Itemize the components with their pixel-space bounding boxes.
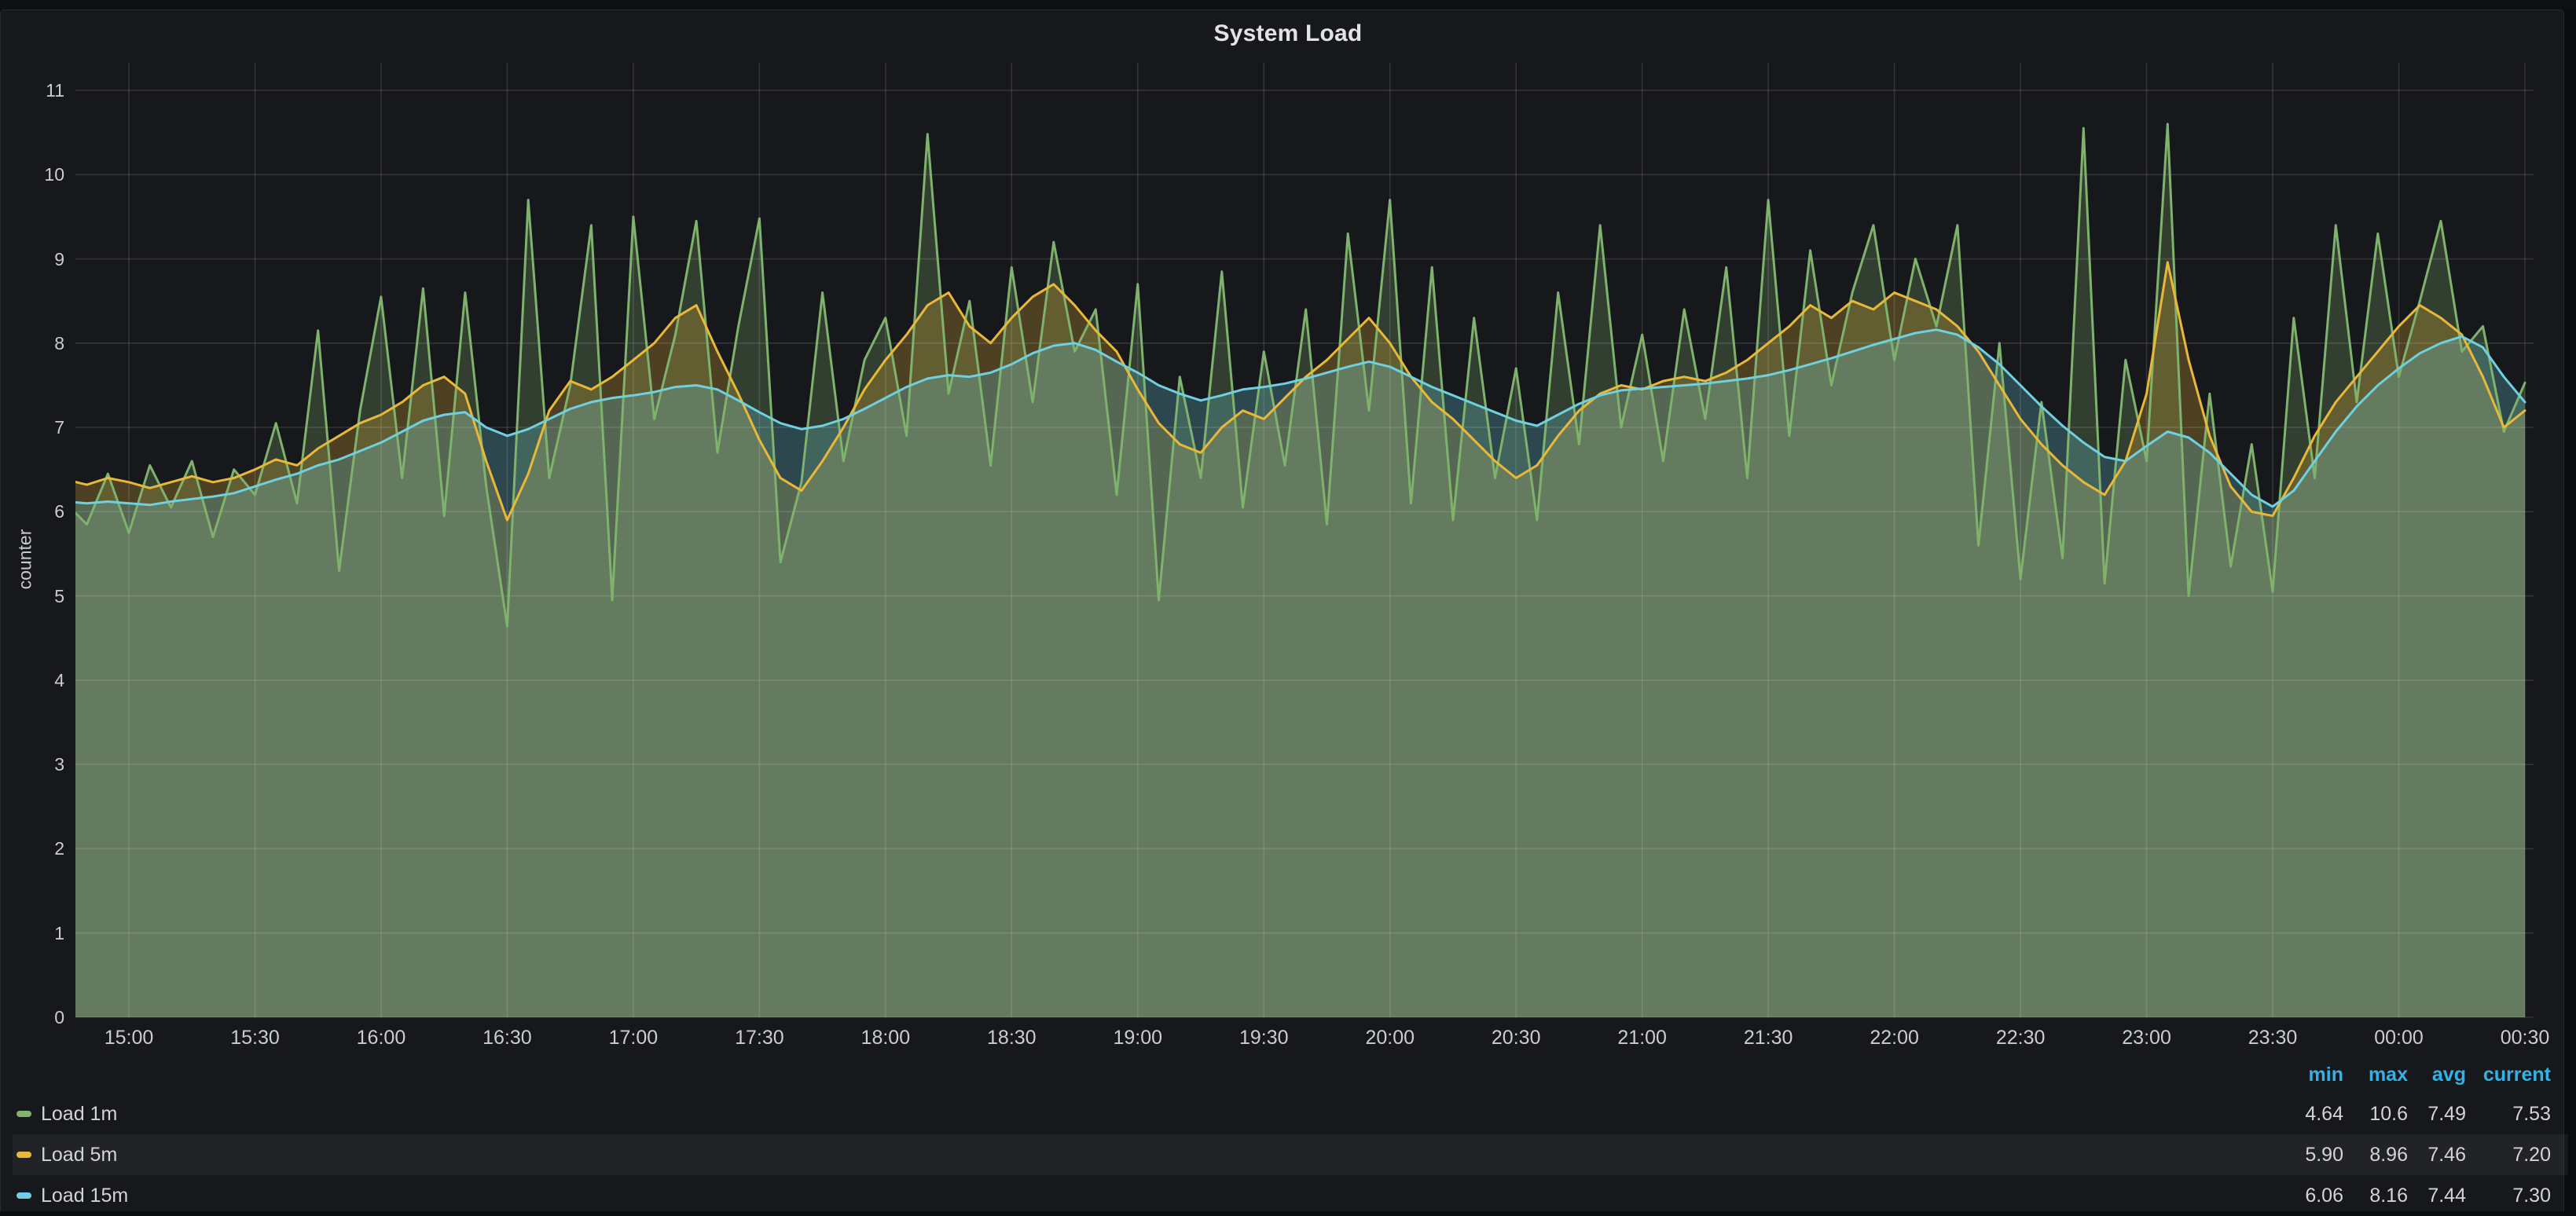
current-value: 7.30 — [2417, 1175, 2551, 1216]
y-tick-label: 8 — [0, 332, 64, 354]
legend-row-load-1m[interactable]: Load 1m 4.64 10.6 7.49 7.53 — [0, 1093, 2576, 1134]
y-tick-label: 10 — [0, 163, 64, 185]
x-tick-label: 16:00 — [326, 1026, 436, 1049]
x-tick-label: 21:30 — [1713, 1026, 1823, 1049]
y-tick-label: 5 — [0, 585, 64, 607]
series-label[interactable]: Load 1m — [41, 1093, 117, 1134]
x-tick-label: 18:30 — [956, 1026, 1066, 1049]
x-tick-label: 23:00 — [2092, 1026, 2202, 1049]
series-label[interactable]: Load 15m — [41, 1175, 128, 1216]
current-value: 7.20 — [2417, 1134, 2551, 1175]
x-tick-label: 22:00 — [1840, 1026, 1950, 1049]
x-tick-label: 00:00 — [2344, 1026, 2454, 1049]
x-tick-label: 17:30 — [704, 1026, 814, 1049]
y-tick-label: 4 — [0, 669, 64, 691]
x-tick-label: 20:00 — [1335, 1026, 1445, 1049]
x-tick-label: 19:00 — [1083, 1026, 1193, 1049]
x-tick-label: 15:30 — [200, 1026, 310, 1049]
series-color-swatch — [17, 1152, 31, 1158]
y-tick-label: 6 — [0, 500, 64, 522]
x-tick-label: 15:00 — [74, 1026, 184, 1049]
x-tick-label: 22:30 — [1965, 1026, 2075, 1049]
legend-row-load-15m[interactable]: Load 15m 6.06 8.16 7.44 7.30 — [0, 1175, 2576, 1216]
current-value: 7.53 — [2417, 1093, 2551, 1134]
x-tick-label: 23:30 — [2218, 1026, 2328, 1049]
x-tick-label: 00:30 — [2470, 1026, 2576, 1049]
x-tick-label: 21:00 — [1587, 1026, 1697, 1049]
y-tick-label: 9 — [0, 248, 64, 270]
y-tick-label: 0 — [0, 1006, 64, 1028]
y-tick-label: 3 — [0, 753, 64, 775]
x-tick-label: 17:00 — [578, 1026, 688, 1049]
legend-row-load-5m[interactable]: Load 5m 5.90 8.96 7.46 7.20 — [13, 1134, 2568, 1175]
y-tick-label: 7 — [0, 416, 64, 438]
y-tick-label: 11 — [0, 79, 64, 101]
series-color-swatch — [17, 1111, 31, 1117]
x-tick-label: 18:00 — [831, 1026, 941, 1049]
legend-header-current[interactable]: current — [2417, 1062, 2551, 1087]
series-color-swatch — [17, 1192, 31, 1199]
x-tick-label: 16:30 — [452, 1026, 562, 1049]
legend-header: min max avg current — [0, 1062, 2576, 1087]
legend: min max avg current Load 1m 4.64 10.6 7.… — [0, 1056, 2576, 1211]
y-tick-label: 2 — [0, 837, 64, 859]
x-tick-label: 20:30 — [1461, 1026, 1571, 1049]
series-label[interactable]: Load 5m — [41, 1134, 117, 1175]
y-tick-label: 1 — [0, 922, 64, 944]
x-tick-label: 19:30 — [1209, 1026, 1319, 1049]
series-area-fills — [66, 124, 2525, 1017]
